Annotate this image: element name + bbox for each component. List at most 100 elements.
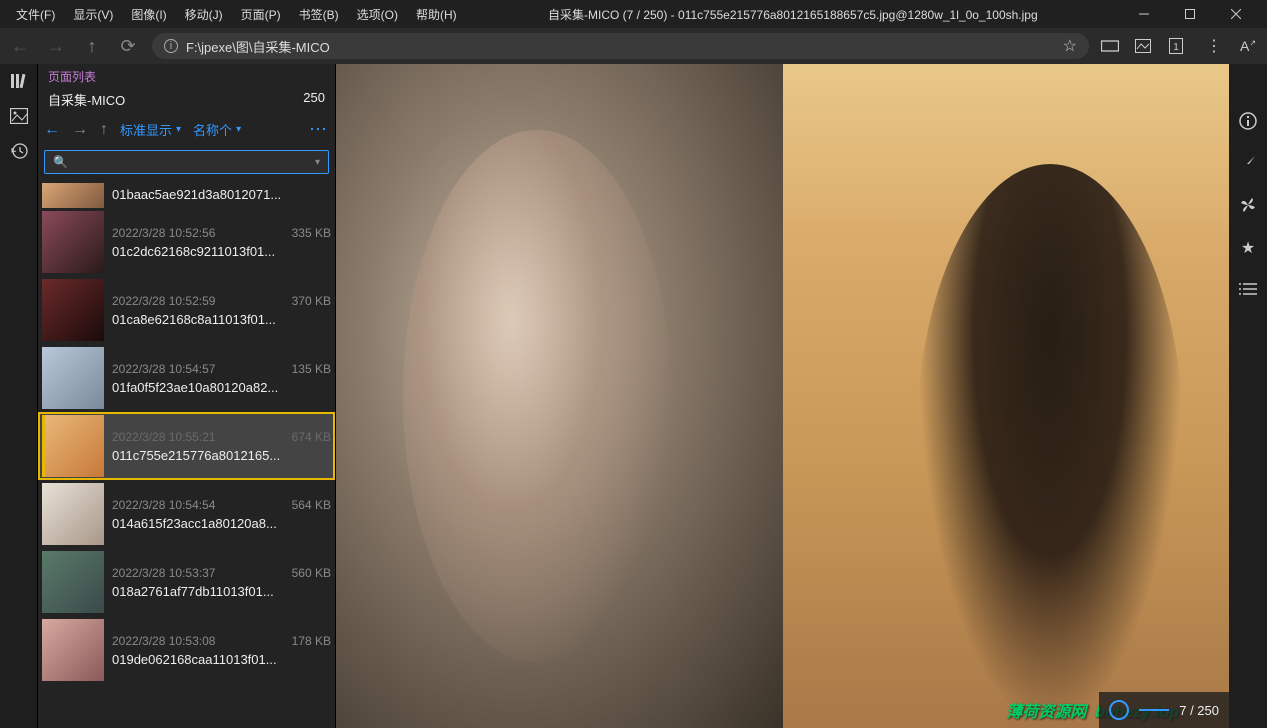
file-date: 2022/3/28 10:53:37 bbox=[112, 566, 215, 580]
menu-file[interactable]: 文件(F) bbox=[8, 2, 63, 27]
maximize-button[interactable] bbox=[1167, 0, 1213, 28]
file-size: 674 KB bbox=[292, 430, 331, 444]
file-date: 2022/3/28 10:53:08 bbox=[112, 634, 215, 648]
list-icon[interactable] bbox=[1239, 282, 1257, 296]
thumbnail bbox=[42, 483, 104, 545]
menu-bookmark[interactable]: 书签(B) bbox=[291, 2, 347, 27]
up-button[interactable]: ↑ bbox=[80, 36, 104, 57]
library-icon[interactable] bbox=[10, 72, 28, 90]
thumbnail bbox=[42, 183, 104, 208]
file-name: 019de062168caa11013f01... bbox=[112, 652, 331, 667]
file-name: 01ca8e62168c8a11013f01... bbox=[112, 312, 331, 327]
list-item[interactable]: 2022/3/28 10:52:56335 KB 01c2dc62168c921… bbox=[38, 208, 335, 276]
file-size: 178 KB bbox=[292, 634, 331, 648]
list-item[interactable]: 2022/3/28 10:52:59 370 KB 01ca8e62168c8a1… bbox=[38, 276, 335, 344]
file-date: 2022/3/28 10:52:56 bbox=[112, 226, 215, 240]
close-icon bbox=[1231, 9, 1241, 19]
search-input[interactable] bbox=[74, 155, 315, 169]
folder-count: 250 bbox=[303, 90, 325, 109]
info-icon[interactable] bbox=[1239, 112, 1257, 130]
info-icon: i bbox=[164, 39, 178, 53]
menu-option[interactable]: 选项(O) bbox=[349, 2, 406, 27]
search-icon: 🔍 bbox=[53, 155, 68, 169]
sort-mode-dropdown[interactable]: 名称个 ▾ bbox=[193, 120, 241, 139]
sidebar-subtoolbar: ← → ↑ 标准显示 ▾ 名称个 ▾ ⋯ bbox=[38, 115, 335, 144]
sidebar-header: 页面列表 bbox=[38, 64, 335, 87]
file-date: 2022/3/28 10:52:59 bbox=[112, 294, 215, 308]
file-size: 564 KB bbox=[292, 498, 331, 512]
back-button[interactable]: ← bbox=[8, 36, 32, 57]
reload-button[interactable]: ⟳ bbox=[116, 36, 140, 57]
fan-icon[interactable] bbox=[1239, 196, 1257, 214]
list-item[interactable]: 2022/3/28 10:54:54 564 KB 014a615f23acc1a… bbox=[38, 480, 335, 548]
minimize-button[interactable] bbox=[1121, 0, 1167, 28]
star-icon[interactable]: ★ bbox=[1241, 238, 1255, 258]
font-size-icon[interactable]: A↗ bbox=[1237, 38, 1259, 54]
file-date: 2022/3/28 10:54:57 bbox=[112, 362, 215, 376]
search-dropdown-icon[interactable]: ▾ bbox=[315, 157, 320, 168]
forward-button[interactable]: → bbox=[44, 36, 68, 57]
image-icon[interactable] bbox=[1135, 39, 1157, 53]
close-button[interactable] bbox=[1213, 0, 1259, 28]
viewer-left-page bbox=[336, 64, 783, 728]
thumbnail bbox=[42, 211, 104, 273]
page-counter: 7 / 250 bbox=[1179, 703, 1219, 718]
chevron-down-icon: ▾ bbox=[236, 124, 241, 135]
chevron-down-icon: ▾ bbox=[176, 124, 181, 135]
file-name: 018a2761af77db11013f01... bbox=[112, 584, 331, 599]
left-rail bbox=[0, 64, 38, 728]
thumbnail bbox=[42, 619, 104, 681]
picture-icon[interactable] bbox=[10, 108, 28, 124]
list-item[interactable]: 2022/3/28 10:54:57 135 KB 01fa0f5f23ae10a… bbox=[38, 344, 335, 412]
maximize-icon bbox=[1185, 9, 1195, 19]
svg-text:1: 1 bbox=[1173, 42, 1179, 53]
folder-title-row: 自采集-MICO 250 bbox=[38, 87, 335, 115]
menu-page[interactable]: 页面(P) bbox=[233, 2, 289, 27]
bookmark-star-icon[interactable]: ☆ bbox=[1063, 36, 1077, 56]
file-size: 370 KB bbox=[292, 294, 331, 308]
sub-more-icon[interactable]: ⋯ bbox=[309, 119, 329, 140]
file-date: 2022/3/28 10:55:21 bbox=[112, 430, 215, 444]
file-name: 01baac5ae921d3a8012071... bbox=[112, 187, 331, 202]
status-indicator-icon bbox=[1109, 700, 1129, 720]
sidebar: 页面列表 自采集-MICO 250 ← → ↑ 标准显示 ▾ 名称个 ▾ ⋯ 🔍… bbox=[38, 64, 336, 728]
sub-up-icon[interactable]: ↑ bbox=[100, 121, 108, 139]
list-item[interactable]: 01baac5ae921d3a8012071... bbox=[38, 180, 335, 208]
toolbar: ← → ↑ ⟳ i F:\jpexe\图\自采集-MICO ☆ 1 ⋮ A↗ bbox=[0, 28, 1267, 64]
display-mode-dropdown[interactable]: 标准显示 ▾ bbox=[120, 120, 181, 139]
main-area: 页面列表 自采集-MICO 250 ← → ↑ 标准显示 ▾ 名称个 ▾ ⋯ 🔍… bbox=[0, 64, 1267, 728]
window-title: 自采集-MICO (7 / 250) - 011c755e215776a8012… bbox=[467, 6, 1119, 23]
file-name: 01fa0f5f23ae10a80120a82... bbox=[112, 380, 331, 395]
file-name: 01c2dc62168c9211013f01... bbox=[112, 244, 331, 259]
file-list: 01baac5ae921d3a8012071... 2022/3/28 10:5… bbox=[38, 180, 335, 728]
folder-name: 自采集-MICO bbox=[48, 90, 125, 109]
single-page-icon[interactable]: 1 bbox=[1169, 38, 1191, 54]
menu-view[interactable]: 显示(V) bbox=[65, 2, 121, 27]
menu-help[interactable]: 帮助(H) bbox=[408, 2, 465, 27]
sub-back-icon[interactable]: ← bbox=[44, 121, 60, 139]
file-name: 014a615f23acc1a80120a8... bbox=[112, 516, 331, 531]
minimize-icon bbox=[1139, 9, 1149, 19]
list-item[interactable]: 2022/3/28 10:53:37560 KB 018a2761af77db1… bbox=[38, 548, 335, 616]
file-date: 2022/3/28 10:54:54 bbox=[112, 498, 215, 512]
file-size: 135 KB bbox=[292, 362, 331, 376]
address-bar[interactable]: i F:\jpexe\图\自采集-MICO ☆ bbox=[152, 33, 1089, 59]
panorama-icon[interactable] bbox=[1101, 39, 1123, 53]
navigate-icon[interactable] bbox=[1239, 154, 1257, 172]
thumbnail bbox=[42, 551, 104, 613]
right-rail: ★ bbox=[1229, 64, 1267, 728]
more-icon[interactable]: ⋮ bbox=[1203, 36, 1225, 56]
menu-bar: 文件(F) 显示(V) 图像(I) 移动(J) 页面(P) 书签(B) 选项(O… bbox=[0, 0, 1267, 28]
menu-image[interactable]: 图像(I) bbox=[123, 2, 174, 27]
menu-move[interactable]: 移动(J) bbox=[177, 2, 231, 27]
sub-forward-icon[interactable]: → bbox=[72, 121, 88, 139]
list-item-selected[interactable]: 2022/3/28 10:55:21674 KB 011c755e215776a… bbox=[38, 412, 335, 480]
viewer-right-page bbox=[783, 64, 1230, 728]
list-item[interactable]: 2022/3/28 10:53:08 178 KB 019de062168caa1… bbox=[38, 616, 335, 684]
address-path: F:\jpexe\图\自采集-MICO bbox=[186, 37, 330, 56]
status-line-icon bbox=[1139, 709, 1169, 711]
thumbnail bbox=[42, 415, 104, 477]
history-icon[interactable] bbox=[10, 142, 28, 160]
search-box[interactable]: 🔍 ▾ bbox=[44, 150, 329, 174]
image-viewer[interactable]: 薄荷资源网 bohezy.top 7 / 250 bbox=[336, 64, 1229, 728]
